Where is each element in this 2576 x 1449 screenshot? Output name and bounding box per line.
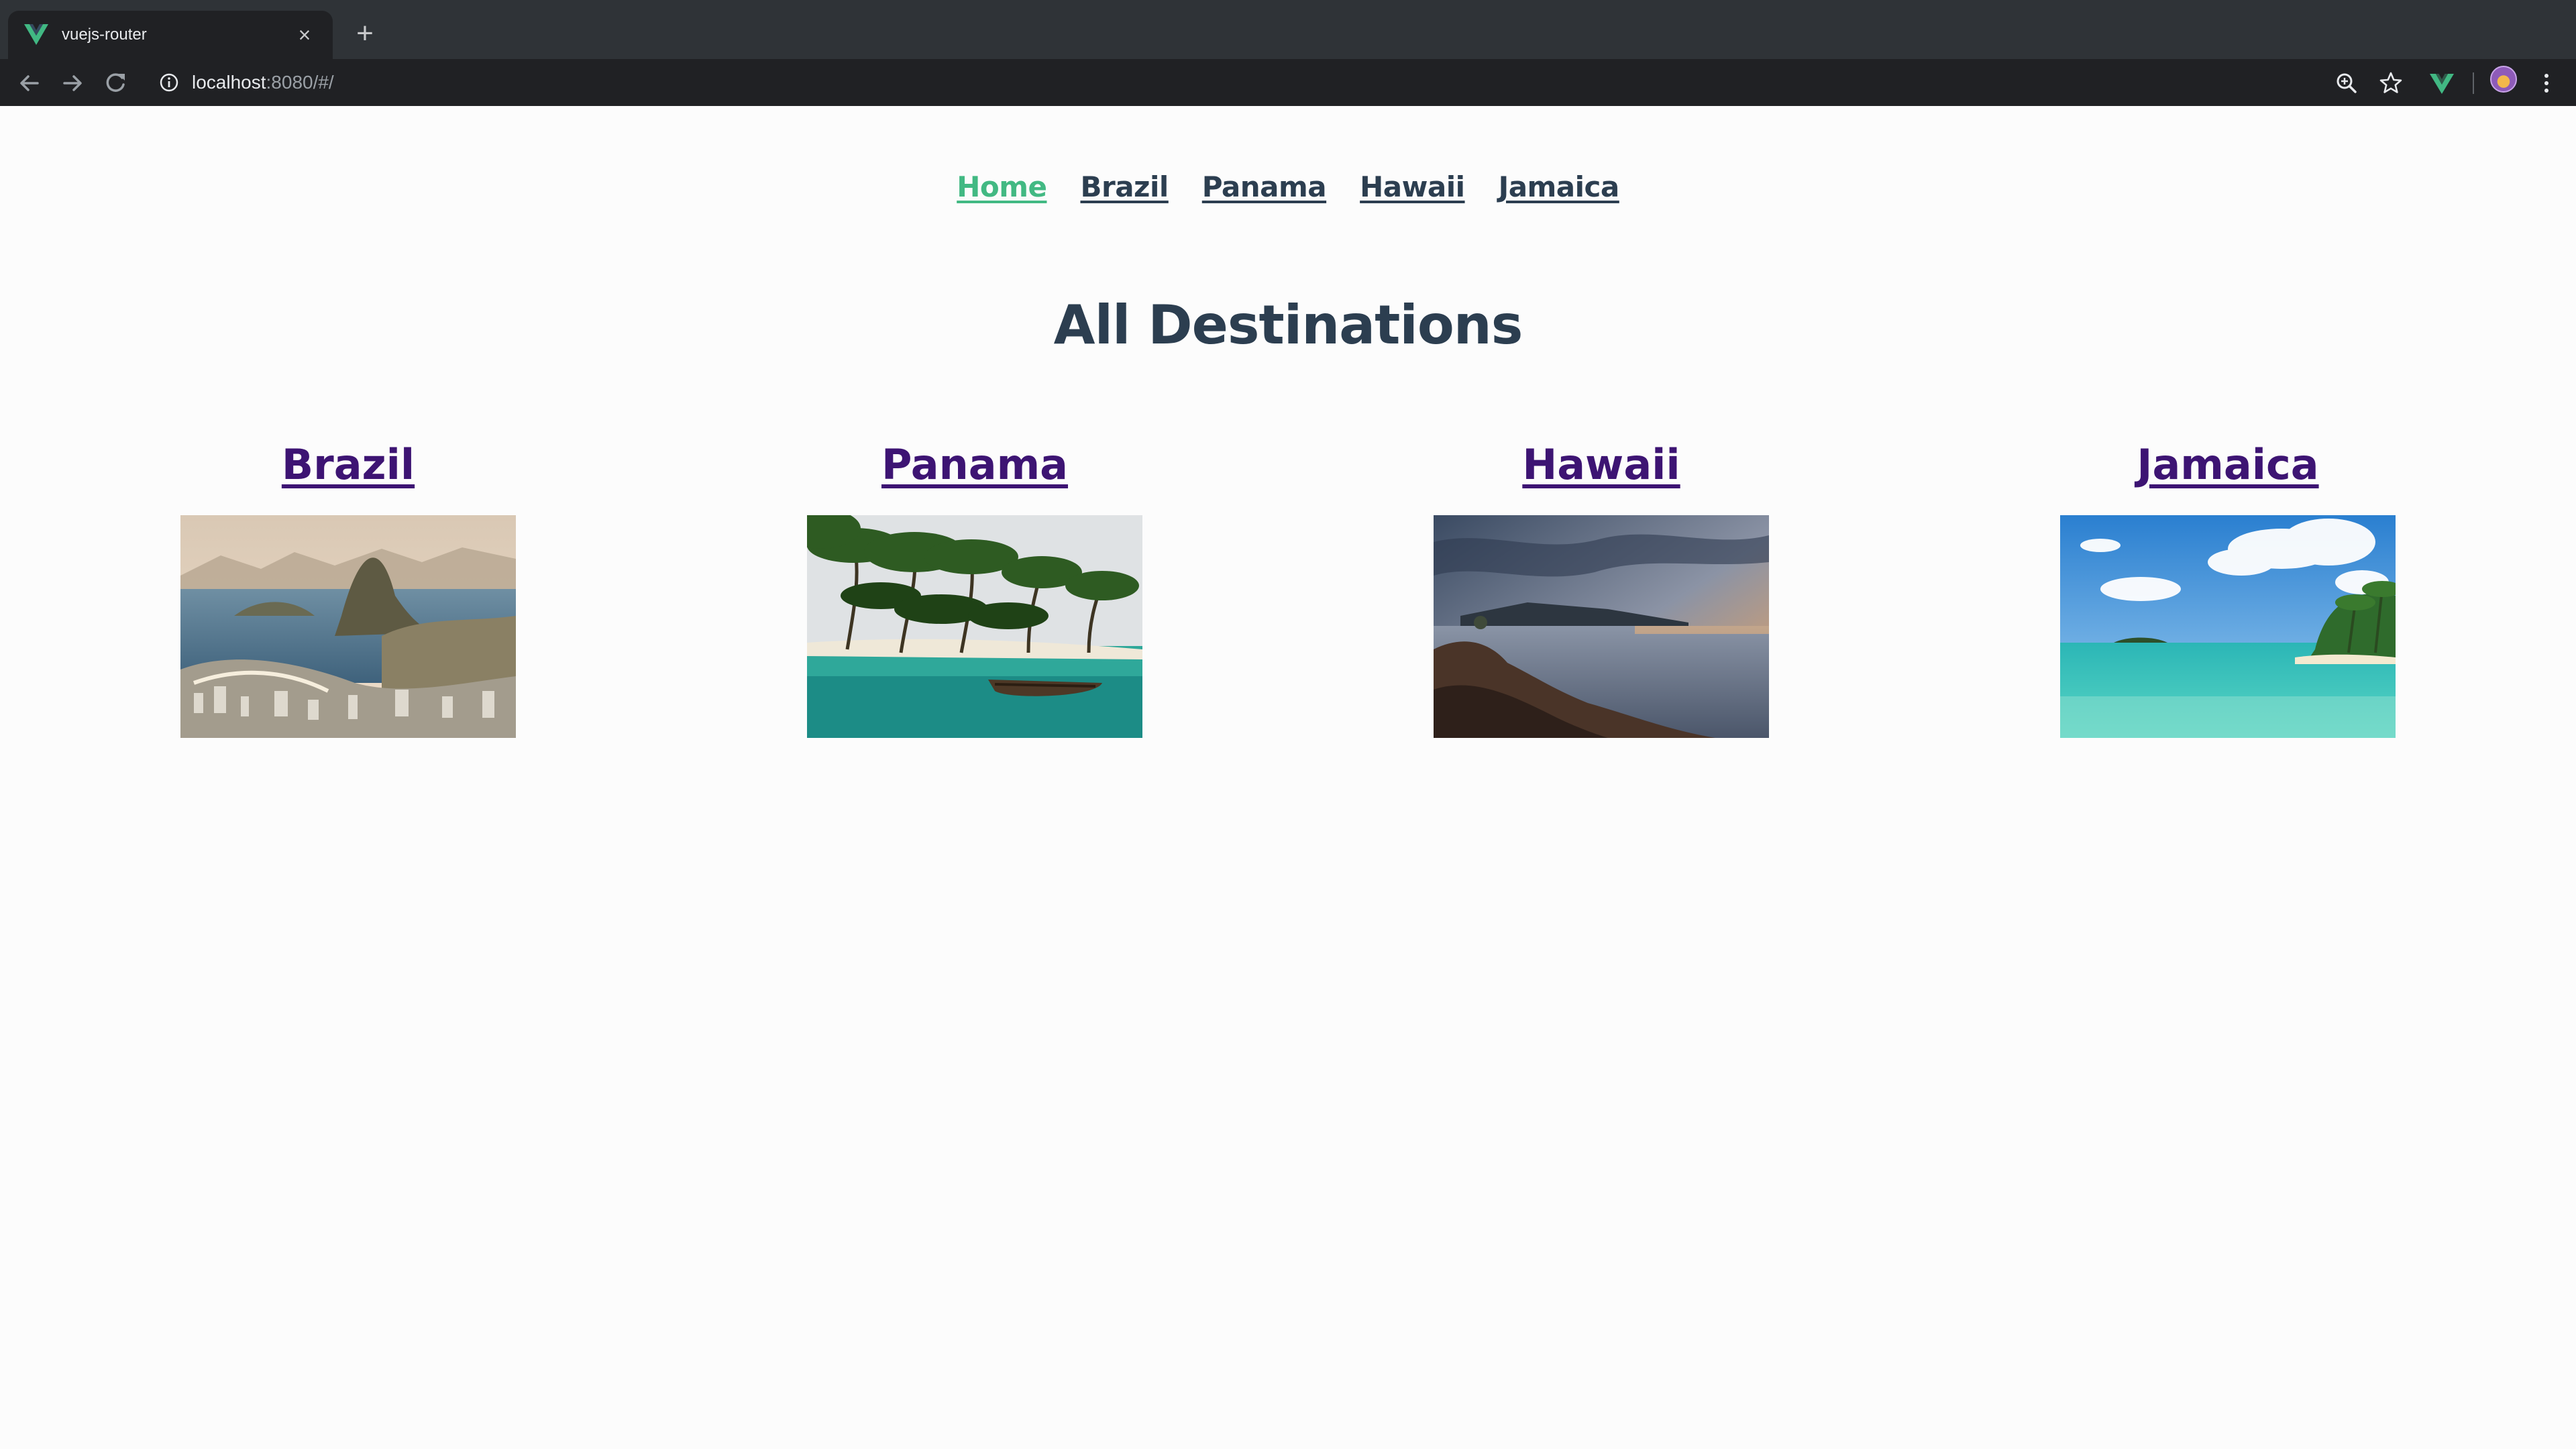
destination-image-hawaii[interactable] xyxy=(1434,515,1769,738)
nav-link-home[interactable]: Home xyxy=(957,170,1047,203)
bookmark-star-icon[interactable] xyxy=(2377,70,2404,97)
back-arrow-icon[interactable] xyxy=(13,67,46,99)
address-bar[interactable]: localhost:8080/#/ xyxy=(148,63,2428,102)
destination-title-jamaica: Jamaica xyxy=(1906,435,2550,515)
hawaii-photo-image xyxy=(1434,515,1769,738)
vue-logo-icon xyxy=(24,24,48,45)
tab-title: vuejs-router xyxy=(62,25,147,44)
destination-link-brazil[interactable]: Brazil xyxy=(282,440,415,489)
destination-image-panama[interactable] xyxy=(807,515,1142,738)
more-menu-icon[interactable] xyxy=(2533,70,2560,97)
browser-tab-strip: vuejs-router × + xyxy=(0,0,2576,59)
browser-tab[interactable]: vuejs-router × xyxy=(8,11,333,59)
url-host: localhost xyxy=(192,72,266,93)
tab-close-icon[interactable]: × xyxy=(292,24,317,46)
zoom-icon[interactable] xyxy=(2333,70,2360,97)
nav-link-brazil[interactable]: Brazil xyxy=(1080,170,1169,203)
nav-link-hawaii[interactable]: Hawaii xyxy=(1360,170,1465,203)
rio-photo-image xyxy=(180,515,516,738)
destination-card-jamaica: Jamaica xyxy=(1906,435,2550,738)
destination-card-brazil: Brazil xyxy=(26,435,670,738)
panama-photo-image xyxy=(807,515,1142,738)
destinations-grid: Brazil Panama Hawaii Jamaica xyxy=(0,435,2576,743)
profile-avatar[interactable] xyxy=(2490,66,2517,93)
page-content: Home Brazil Panama Hawaii Jamaica All De… xyxy=(0,106,2576,1449)
destination-card-panama: Panama xyxy=(653,435,1297,738)
reload-icon[interactable] xyxy=(99,67,131,99)
new-tab-icon[interactable]: + xyxy=(349,17,381,50)
toolbar-separator xyxy=(2473,72,2474,94)
destination-card-hawaii: Hawaii xyxy=(1279,435,1923,738)
nav-link-panama[interactable]: Panama xyxy=(1202,170,1327,203)
page-title: All Destinations xyxy=(1053,294,1523,356)
info-icon[interactable] xyxy=(158,72,180,93)
destination-image-jamaica[interactable] xyxy=(2060,515,2396,738)
destination-link-jamaica[interactable]: Jamaica xyxy=(2137,440,2318,489)
destination-image-brazil[interactable] xyxy=(180,515,516,738)
destination-title-brazil: Brazil xyxy=(26,435,670,515)
nav-link-jamaica[interactable]: Jamaica xyxy=(1499,170,1620,203)
url-path: :8080/#/ xyxy=(266,72,334,93)
destination-title-hawaii: Hawaii xyxy=(1279,435,1923,515)
destination-link-panama[interactable]: Panama xyxy=(881,440,1068,489)
vue-devtools-extension-icon[interactable] xyxy=(2428,70,2455,97)
jamaica-photo-image xyxy=(2060,515,2396,738)
destination-title-panama: Panama xyxy=(653,435,1297,515)
forward-arrow-icon[interactable] xyxy=(56,67,89,99)
browser-toolbar: localhost:8080/#/ xyxy=(0,59,2576,106)
destination-link-hawaii[interactable]: Hawaii xyxy=(1522,440,1680,489)
main-nav: Home Brazil Panama Hawaii Jamaica xyxy=(0,170,2576,203)
